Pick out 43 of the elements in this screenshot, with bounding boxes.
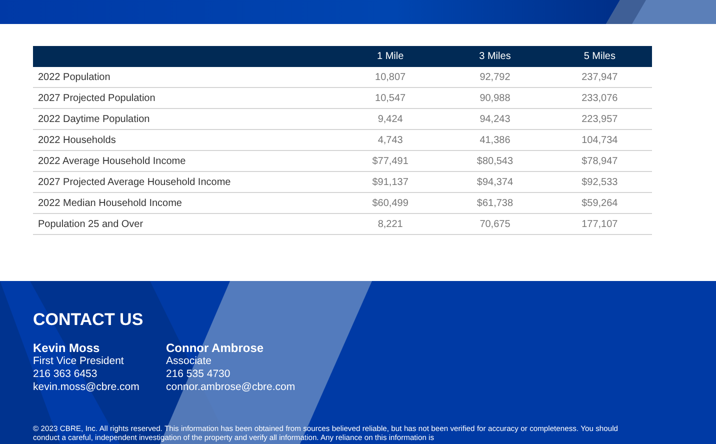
table-cell: 41,386	[442, 130, 548, 150]
table-cell: 177,107	[547, 214, 652, 234]
table-cell: $77,491	[338, 150, 443, 172]
table-cell: $80,543	[442, 150, 548, 172]
contact-role: Associate	[166, 355, 213, 368]
contact-phone: 216 535 4730	[166, 368, 232, 381]
column-header: 5 Miles	[584, 51, 616, 62]
table-cell: Population 25 and Over	[33, 214, 338, 234]
table-cell: 2022 Median Household Income	[33, 192, 338, 214]
table-cell: 94,243	[442, 108, 548, 130]
table-cell: $60,499	[338, 192, 443, 214]
table-cell: 8,221	[338, 214, 443, 234]
table-cell: 233,076	[547, 88, 652, 108]
column-header: 3 Miles	[479, 51, 511, 62]
table-cell: $92,533	[547, 172, 652, 192]
table-cell: 4,743	[338, 130, 443, 150]
table-cell: 2027 Projected Population	[33, 88, 338, 108]
column-header: 1 Mile	[376, 51, 404, 62]
table-cell: 104,734	[547, 130, 652, 150]
table-cell: 2027 Projected Average Household Income	[33, 172, 338, 192]
table-cell: 90,988	[442, 88, 548, 108]
table-cell: 2022 Population	[33, 67, 338, 88]
contact-phone: 216 363 6453	[33, 368, 98, 381]
table-cell: 237,947	[547, 67, 652, 88]
table-cell: $91,137	[338, 172, 443, 192]
table-cell: 223,957	[547, 108, 652, 130]
table-cell: 2022 Households	[33, 130, 338, 150]
table-cell: $78,947	[547, 150, 652, 172]
contact-email[interactable]: connor.ambrose@cbre.com	[166, 381, 296, 394]
table-cell: $59,264	[547, 192, 652, 214]
table-cell: 9,424	[338, 108, 443, 130]
table-cell: 92,792	[442, 67, 548, 88]
contact-name: Kevin Moss	[33, 342, 101, 355]
table-cell: $94,374	[442, 172, 548, 192]
contact-role: First Vice President	[33, 355, 125, 368]
table-cell: 2022 Daytime Population	[33, 108, 338, 130]
table-cell: 10,807	[338, 67, 443, 88]
table-cell: 10,547	[338, 88, 443, 108]
contact-name: Connor Ambrose	[166, 342, 265, 355]
table-cell: 2022 Average Household Income	[33, 150, 338, 172]
contact-title: CONTACT US	[33, 310, 144, 330]
table-cell: 70,675	[442, 214, 548, 234]
table-cell: $61,738	[442, 192, 548, 214]
